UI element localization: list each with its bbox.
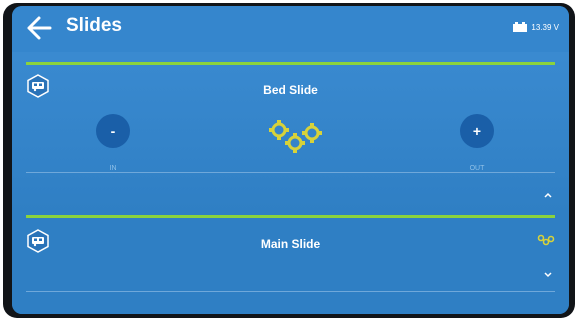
- slide-out-button[interactable]: +: [460, 114, 494, 148]
- divider: [26, 172, 555, 173]
- slide-in-label: IN: [109, 165, 117, 172]
- screen: Slides 13.39 V Bed Slide - IN + OUT Main…: [12, 6, 569, 314]
- battery-icon: [513, 22, 528, 32]
- chevron-up-icon[interactable]: [543, 191, 553, 199]
- header-bar: Slides 13.39 V: [12, 6, 569, 52]
- back-arrow-icon[interactable]: [26, 14, 52, 42]
- gears-icon: [269, 120, 322, 153]
- battery-status: 13.39 V: [513, 22, 559, 32]
- divider: [26, 291, 555, 292]
- slide-active-indicator: [26, 215, 555, 218]
- slide-title: Bed Slide: [263, 83, 318, 97]
- slide-in-button[interactable]: -: [96, 114, 130, 148]
- slide-panel-bed: Bed Slide - IN + OUT: [12, 52, 569, 212]
- battery-voltage: 13.39 V: [531, 22, 559, 32]
- page-title: Slides: [66, 15, 122, 36]
- chevron-down-icon[interactable]: [543, 270, 553, 278]
- slide-active-indicator: [26, 62, 555, 65]
- slide-title: Main Slide: [260, 237, 321, 251]
- gears-small-icon: [537, 234, 555, 246]
- slide-panel-main: Main Slide: [12, 212, 569, 314]
- slide-out-label: OUT: [469, 165, 485, 172]
